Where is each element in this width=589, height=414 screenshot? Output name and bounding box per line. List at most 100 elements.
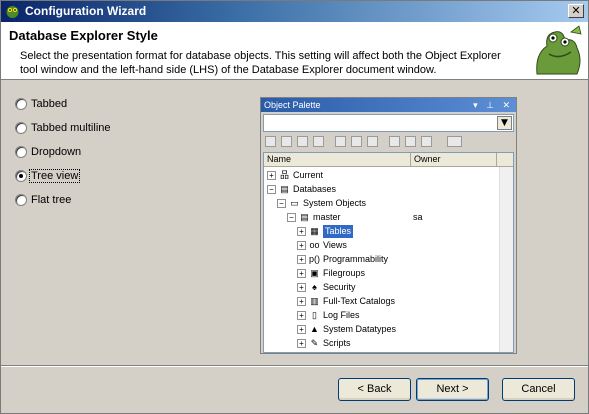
tree-item-owner: sa xyxy=(413,351,423,352)
log-file-icon: ▯ xyxy=(312,310,317,320)
tree-item-owner: sa xyxy=(413,212,423,222)
frog-mascot-image xyxy=(536,25,582,75)
table-icon: ▦ xyxy=(310,226,319,236)
expand-icon: + xyxy=(297,339,306,348)
tree-item: + ▯ Log Files xyxy=(264,309,500,322)
expand-icon: + xyxy=(297,269,306,278)
tree-item: + oo Views xyxy=(264,239,500,252)
glasses-icon: oo xyxy=(309,240,320,250)
folder-icon: ▭ xyxy=(290,198,299,208)
tree-item: + ▥ Full-Text Catalogs xyxy=(264,295,500,308)
window-title: Configuration Wizard xyxy=(25,4,147,18)
expand-icon: + xyxy=(297,311,306,320)
tree-item: + ▲ System Datatypes xyxy=(264,323,500,336)
palette-toolbar xyxy=(263,134,514,150)
tree-item-label: Current xyxy=(293,170,324,180)
option-label: Tree view xyxy=(28,169,81,183)
datatype-icon: ▲ xyxy=(310,324,319,334)
tree-item-label: master xyxy=(313,212,341,222)
tree-item-label: Scripts xyxy=(323,338,351,348)
column-owner: Owner xyxy=(410,153,441,166)
wizard-header: Database Explorer Style Select the prese… xyxy=(1,22,588,80)
column-name: Name xyxy=(267,154,292,164)
tree-item-label: Log Files xyxy=(323,310,360,320)
tree-item: + ▣ Filegroups xyxy=(264,267,500,280)
toolbar-icon xyxy=(281,136,292,147)
toolbar-icon xyxy=(297,136,308,147)
expand-icon: + xyxy=(297,283,306,292)
column-spacer xyxy=(496,153,513,166)
wrench-icon xyxy=(421,136,432,147)
tree-item-label: System Datatypes xyxy=(323,324,397,334)
tree-item: + ♠ Security xyxy=(264,281,500,294)
palette-filter-input: ▼ xyxy=(263,114,514,132)
filegroup-icon: ▣ xyxy=(310,268,319,278)
close-button[interactable]: ✕ xyxy=(568,4,584,18)
collapse-icon: − xyxy=(287,213,296,222)
tree-item-label: model xyxy=(313,351,338,352)
function-icon: p() xyxy=(309,254,320,264)
column-header: Name Owner xyxy=(264,153,513,167)
expand-icon: + xyxy=(297,241,306,250)
object-palette-titlebar: Object Palette ▾ ⊥ ✕ xyxy=(261,98,516,112)
radio-button[interactable] xyxy=(15,98,27,110)
database-icon: ▤ xyxy=(300,212,309,222)
toolbar-icon xyxy=(367,136,378,147)
tree-item-label: Security xyxy=(323,282,356,292)
expand-icon: + xyxy=(297,297,306,306)
option-label: Tabbed xyxy=(31,98,68,110)
style-preview-image: Object Palette ▾ ⊥ ✕ ▼ Name Owner + 品 Cu… xyxy=(260,97,517,354)
tree-item: + 品 Current xyxy=(264,169,500,182)
expand-icon: + xyxy=(297,227,306,236)
grid-icon xyxy=(265,136,276,147)
toolbar-icon xyxy=(405,136,416,147)
database-icon: ▤ xyxy=(299,352,310,353)
view-dropdown-icon xyxy=(447,136,462,147)
toolbar-icon xyxy=(351,136,362,147)
tree-scrollbar xyxy=(499,167,513,352)
toolbar-icon xyxy=(335,136,346,147)
tree-item-label: Filegroups xyxy=(323,268,366,278)
tree-item: +▤modelsa xyxy=(264,351,500,353)
footer-divider xyxy=(1,365,588,367)
tree-item: + ✎ Scripts xyxy=(264,337,500,350)
object-palette-title: Object Palette xyxy=(264,100,321,110)
script-icon: ✎ xyxy=(310,338,319,348)
tree-item-label: Tables xyxy=(323,225,354,238)
page-description: Select the presentation format for datab… xyxy=(20,50,501,76)
page-title: Database Explorer Style xyxy=(9,28,158,43)
frog-app-icon xyxy=(6,6,19,18)
title-bar[interactable]: Configuration Wizard ✕ xyxy=(1,1,588,22)
radio-button[interactable] xyxy=(15,122,27,134)
configuration-wizard-window: Configuration Wizard ✕ Database Explorer… xyxy=(0,0,589,414)
palette-controls: ▾ ⊥ ✕ xyxy=(473,100,513,110)
tree-item: − ▤ master sa xyxy=(264,211,500,224)
option-label: Flat tree xyxy=(31,194,72,206)
tree-item-label: Databases xyxy=(293,184,337,194)
filter-funnel-icon: ▼ xyxy=(497,116,512,130)
back-button[interactable]: < Back xyxy=(338,378,411,401)
close-icon: ✕ xyxy=(571,4,581,17)
radio-button-selected[interactable] xyxy=(15,170,27,182)
tree-item-label: System Objects xyxy=(303,198,367,208)
tree-item: − ▤ Databases xyxy=(264,183,500,196)
collapse-icon: − xyxy=(277,199,286,208)
cancel-button[interactable]: Cancel xyxy=(502,378,575,401)
database-icon: ▤ xyxy=(280,184,289,194)
tree-item-label: Full-Text Catalogs xyxy=(323,296,396,306)
tree-item-label: Programmability xyxy=(323,254,389,264)
tree-item: + ▦ Tables xyxy=(264,225,500,238)
option-label: Tabbed multiline xyxy=(31,122,111,134)
catalog-icon: ▥ xyxy=(310,296,319,306)
option-label: Dropdown xyxy=(31,146,82,158)
radio-button[interactable] xyxy=(15,194,27,206)
radio-button[interactable] xyxy=(15,146,27,158)
expand-icon: + xyxy=(297,325,306,334)
next-button[interactable]: Next > xyxy=(416,378,489,401)
toolbar-icon xyxy=(389,136,400,147)
expand-icon: + xyxy=(297,255,306,264)
server-icon: 品 xyxy=(279,170,289,180)
object-tree-grid: Name Owner + 品 Current − ▤ Databases − ▭ System … xyxy=(263,152,514,353)
security-icon: ♠ xyxy=(312,282,317,292)
tree-item: + p() Programmability xyxy=(264,253,500,266)
